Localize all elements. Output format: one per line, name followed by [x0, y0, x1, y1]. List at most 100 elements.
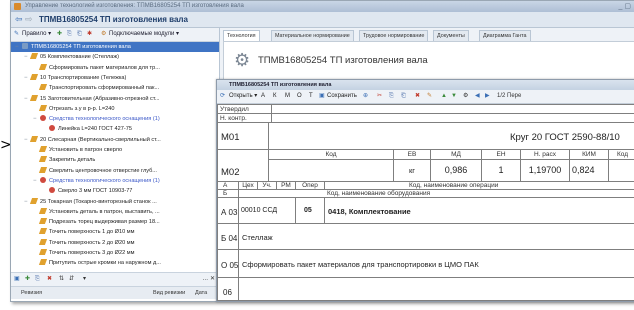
form-t-button[interactable]: Т: [309, 90, 313, 103]
structure-toolbar: ✎ Правило ▾ ✚ ⎘ ⎗ ✱ ⚙ Подключаемые модул…: [11, 28, 219, 42]
expand-toggle-icon[interactable]: −: [33, 176, 40, 186]
tree-item[interactable]: −05 Комплектование (Стеллаж): [11, 52, 219, 62]
form-m-button[interactable]: М: [285, 90, 290, 103]
tree-item[interactable]: Закрепить деталь: [11, 155, 219, 165]
tree-item[interactable]: Отрезать з.у в р-р. L=240: [11, 104, 219, 114]
next-page-icon[interactable]: ▶: [485, 90, 490, 103]
tree-item[interactable]: Установить в патрон сверло: [11, 145, 219, 155]
pen-icon: [38, 146, 48, 152]
o05-operation-text[interactable]: Сформировать пакет материалов для трансп…: [238, 249, 634, 278]
tree-item-label: Сформировать пакет материалов для тр...: [49, 64, 160, 71]
tree-item[interactable]: Точить поверхность 3 до Ø22 мм: [11, 248, 219, 258]
copy-doc-icon[interactable]: ⎘: [389, 90, 394, 103]
pen-icon: [29, 135, 39, 142]
tree-item[interactable]: − Средства технологического оснащения (1): [11, 114, 219, 124]
back-arrow-icon[interactable]: ⇦: [15, 14, 23, 25]
tree-item-label: Притупить острые кромки на наружном д...: [49, 260, 161, 267]
m01-material[interactable]: Круг 20 ГОСТ 2590-88/10: [268, 122, 634, 150]
row-06-text[interactable]: [238, 277, 634, 301]
tree-item[interactable]: −25 Токарная (Токарно-винторезный станок…: [11, 197, 219, 207]
refresh-icon[interactable]: ⟳: [220, 90, 225, 103]
m02-nrash[interactable]: 1,19700: [520, 159, 570, 182]
tree-item[interactable]: Точить поверхность 1 до Ø10 мм: [11, 227, 219, 237]
col-revision[interactable]: Ревизия: [21, 287, 42, 299]
tree-item[interactable]: −20 Слесарная (Вертикально-сверлильный с…: [11, 135, 219, 145]
form-k-button[interactable]: К: [273, 90, 277, 103]
a03-shop-code[interactable]: 00010 ССД: [238, 197, 296, 224]
tab-1[interactable]: Материальное нормирование: [271, 30, 354, 41]
modules-icon[interactable]: ⚙: [101, 28, 106, 41]
expand-toggle-icon[interactable]: −: [33, 114, 40, 124]
move-up-icon[interactable]: ▲: [441, 90, 447, 103]
tree-item[interactable]: Линейка L=240 ГОСТ 427-75: [11, 124, 219, 134]
a03-oper-number[interactable]: 05: [295, 197, 325, 224]
tree-item[interactable]: Сверлить центровочное отверстие глуб...: [11, 166, 219, 176]
expand-toggle-icon[interactable]: −: [15, 42, 22, 52]
tree-item-label: 10 Транспортирование (Тележка): [40, 74, 127, 81]
move-down-icon[interactable]: ▼: [451, 90, 457, 103]
open-button[interactable]: Открыть ▾: [229, 90, 257, 103]
close-panel-icon[interactable]: … ✕: [202, 273, 215, 286]
edit-rule-button[interactable]: Правило ▾: [22, 28, 51, 41]
tab-3[interactable]: Документы: [433, 30, 469, 41]
m02-unit[interactable]: кг: [393, 159, 431, 182]
route-card-sheet: Утвердил Н. контр. М01 Круг 20 ГОСТ 2590…: [217, 104, 634, 301]
prev-page-icon[interactable]: ◀: [475, 90, 480, 103]
form-a-button[interactable]: А: [261, 90, 265, 103]
settings-icon[interactable]: ⚙: [463, 90, 468, 103]
tree-item[interactable]: Сверло 3 мм ГОСТ 10903-77: [11, 186, 219, 196]
form-o-button[interactable]: О: [297, 90, 302, 103]
a03-operation-name[interactable]: 0418, Комплектование: [324, 197, 634, 224]
save-button[interactable]: Сохранить: [327, 90, 357, 103]
tree-item[interactable]: − Средства технологического оснащения (1): [11, 176, 219, 186]
revision-open-icon[interactable]: ▣: [14, 273, 20, 286]
tools-icon[interactable]: ✱: [87, 28, 92, 41]
revision-add-icon[interactable]: ✚: [25, 273, 30, 286]
window-minimize-icon[interactable]: _ ▢: [619, 1, 631, 12]
m02-en[interactable]: 1: [481, 159, 521, 182]
tree-item[interactable]: Подрезать торец выдерживая размер 18...: [11, 217, 219, 227]
filter-icon[interactable]: ▾: [83, 273, 86, 286]
tree-item-label: Подрезать торец выдерживая размер 18...: [49, 219, 160, 226]
tab-4[interactable]: Диаграмма Ганта: [479, 30, 531, 41]
b04-label: Б 04: [217, 223, 239, 250]
tab-0[interactable]: Технология: [223, 30, 260, 41]
page-title: ТПМВ16805254 ТП изготовления вала: [39, 15, 188, 24]
insert-icon[interactable]: ⊕: [363, 90, 368, 103]
paste-doc-icon[interactable]: ⎗: [401, 90, 406, 103]
edit-rule-icon[interactable]: ✎: [14, 28, 19, 41]
col-revision-kind[interactable]: Вид ревизии: [153, 287, 185, 299]
forward-arrow-icon[interactable]: ⇨: [25, 14, 33, 25]
col-date[interactable]: Дата: [195, 287, 207, 299]
edit-icon[interactable]: ✎: [427, 90, 432, 103]
b04-equipment[interactable]: Стеллаж: [238, 223, 634, 250]
modules-button[interactable]: Подключаемые модули ▾: [109, 28, 179, 41]
tree-item[interactable]: Точить поверхность 2 до Ø20 мм: [11, 238, 219, 248]
revision-delete-icon[interactable]: ✖: [47, 273, 52, 286]
page-counter: 1/2 Пере: [497, 93, 522, 99]
copy-icon[interactable]: ⎘: [67, 28, 72, 41]
m02-kim[interactable]: 0,824: [569, 159, 609, 182]
tree-item[interactable]: −10 Транспортирование (Тележка): [11, 73, 219, 83]
tree-item[interactable]: Притупить острые кромки на наружном д...: [11, 258, 219, 268]
paste-icon[interactable]: ⎗: [77, 28, 82, 41]
delete-icon[interactable]: ✖: [415, 90, 420, 103]
sort-desc-icon[interactable]: ⇵: [69, 273, 74, 286]
m02-md[interactable]: 0,986: [430, 159, 482, 182]
cut-icon[interactable]: ✂: [377, 90, 382, 103]
structure-panel: ✎ Правило ▾ ✚ ⎘ ⎗ ✱ ⚙ Подключаемые модул…: [11, 28, 220, 301]
revision-copy-icon[interactable]: ⎘: [35, 273, 40, 286]
tree-item-label: Точить поверхность 1 до Ø10 мм: [49, 229, 135, 236]
tree-item[interactable]: −15 Заготовительная (Абразивно-отрезной …: [11, 94, 219, 104]
m01-label: М01: [217, 122, 269, 150]
m02-code-value[interactable]: [268, 159, 394, 182]
tree-item[interactable]: Транспортировать сформированный пак...: [11, 83, 219, 93]
sort-asc-icon[interactable]: ⇅: [59, 273, 64, 286]
tree-item[interactable]: Сформировать пакет материалов для тр...: [11, 63, 219, 73]
add-icon[interactable]: ✚: [57, 28, 62, 41]
tree-item[interactable]: Установить деталь в патрон, выставить, .…: [11, 207, 219, 217]
tab-2[interactable]: Трудовое нормирование: [359, 30, 429, 41]
tree-item[interactable]: − ТПМВ16805254 ТП изготовления вала: [11, 42, 219, 52]
save-icon[interactable]: ▣: [319, 90, 325, 103]
m02-kod2-value[interactable]: [608, 159, 634, 182]
